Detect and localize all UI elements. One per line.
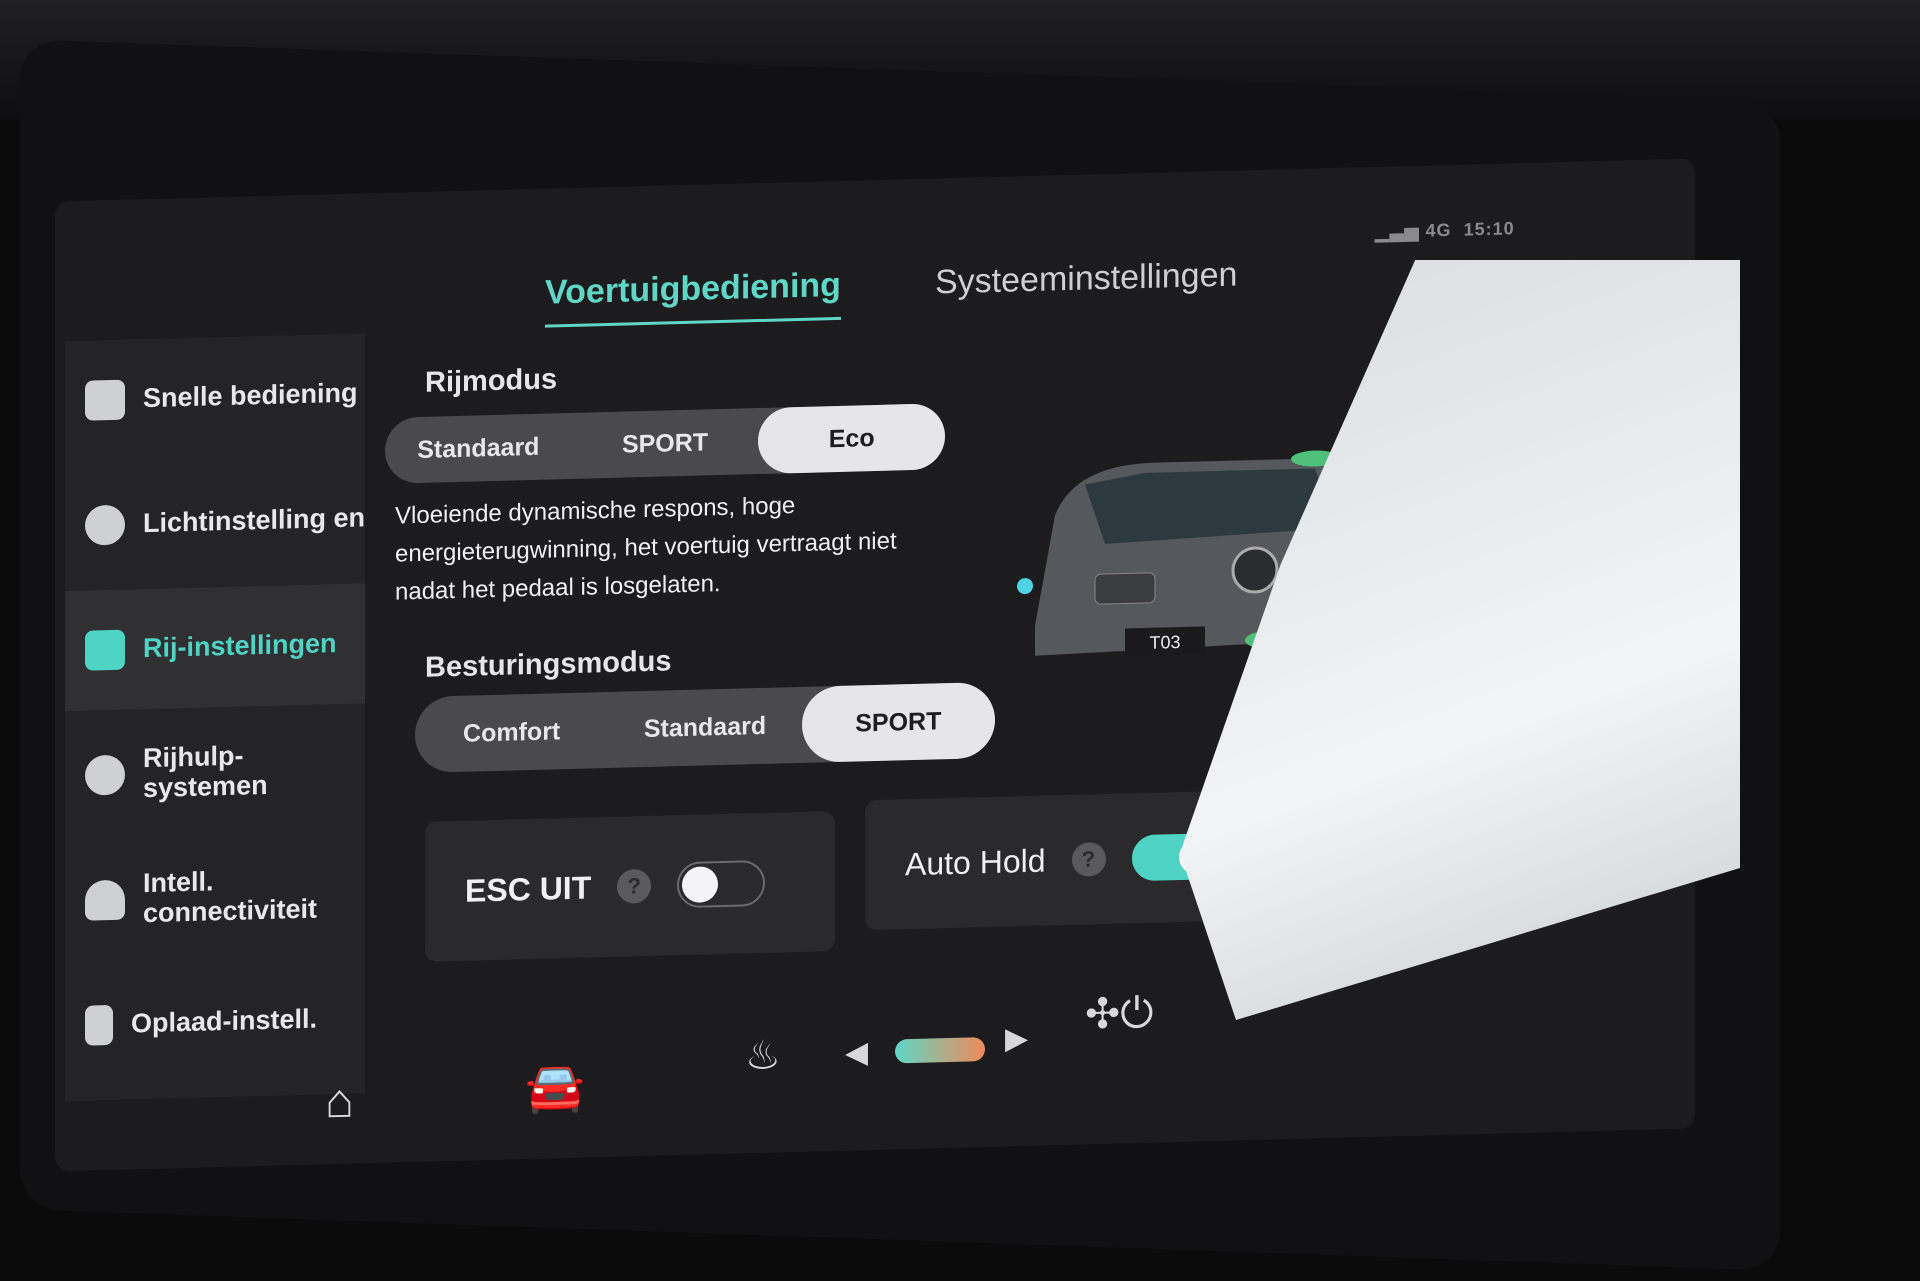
grid-icon [85, 629, 125, 671]
esc-label: ESC UIT [465, 868, 592, 909]
front-defrost-icon[interactable]: ♨ [745, 1032, 781, 1079]
light-bulb-icon [85, 504, 125, 546]
home-icon[interactable]: ⌂ [325, 1074, 354, 1130]
tab-systeeminstellingen[interactable]: Systeeminstellingen [935, 256, 1237, 303]
toggle-knob [682, 866, 719, 904]
signal-icon: ▁▃▅ [1375, 220, 1426, 242]
sidebar-item-connectiviteit[interactable]: Intell. connectiviteit [65, 833, 365, 961]
status-bar: ▁▃▅ 4G 15:10 [1375, 218, 1515, 243]
tab-voertuigbediening[interactable]: Voertuigbediening [545, 265, 841, 328]
license-plate: T03 [1149, 632, 1180, 653]
rijmodus-title: Rijmodus [425, 363, 558, 399]
besturing-sport[interactable]: SPORT [801, 681, 995, 763]
sidebar-item-label: Lichtinstelling en [143, 502, 366, 539]
esc-toggle[interactable] [677, 859, 766, 909]
besturingsmodus-selector: Comfort Standaard SPORT [415, 681, 995, 774]
sidebar-item-rij-instellingen[interactable]: Rij-instellingen [65, 583, 365, 712]
sidebar-item-label: Intell. connectiviteit [143, 866, 318, 929]
temperature-slider[interactable] [895, 1037, 985, 1064]
sidebar-item-snelle-bediening[interactable]: Snelle bediening [65, 333, 365, 461]
sidebar-item-label: Snelle bediening [143, 377, 358, 414]
toggles-icon [85, 379, 125, 421]
rijmodus-selector: Standaard SPORT Eco [385, 403, 946, 484]
besturing-comfort[interactable]: Comfort [415, 692, 608, 773]
sidebar-item-rijhulpsystemen[interactable]: Rijhulp-systemen [65, 708, 365, 836]
battery-icon [85, 1004, 113, 1046]
besturing-standaard[interactable]: Standaard [608, 687, 801, 768]
clock: 15:10 [1463, 218, 1515, 240]
help-icon[interactable]: ? [617, 868, 652, 904]
steering-wheel-icon [85, 754, 125, 796]
sidebar-item-lichtinstellingen[interactable]: Lichtinstelling en [65, 458, 365, 586]
rijmodus-description: Vloeiende dynamische respons, hoge energ… [395, 492, 897, 606]
rijmodus-sport[interactable]: SPORT [572, 408, 759, 479]
cloud-icon [85, 879, 125, 921]
besturingsmodus-title: Besturingsmodus [425, 645, 672, 684]
sidebar: Snelle bediening Lichtinstelling en Rij-… [65, 333, 365, 1102]
sidebar-item-label: Rij-instellingen [143, 628, 337, 664]
sidebar-item-label: Rijhulp-systemen [143, 740, 268, 804]
temp-right-arrow-icon[interactable]: ▶ [1005, 1021, 1028, 1057]
auto-hold-label: Auto Hold [905, 842, 1046, 882]
temp-left-arrow-icon[interactable]: ◀ [845, 1035, 868, 1071]
sidebar-item-oplaad[interactable]: Oplaad-instell. [65, 958, 365, 1086]
help-icon[interactable]: ? [1071, 841, 1106, 877]
rijmodus-eco[interactable]: Eco [758, 403, 946, 475]
esc-card: ESC UIT ? [425, 811, 835, 962]
sidebar-item-label: Oplaad-instell. [131, 1003, 318, 1039]
rijmodus-standaard[interactable]: Standaard [385, 413, 572, 484]
car-icon[interactable]: 🚘 [525, 1058, 585, 1117]
network-type: 4G [1425, 219, 1452, 241]
fan-power-icon[interactable]: ✣⏻ [1085, 988, 1153, 1040]
